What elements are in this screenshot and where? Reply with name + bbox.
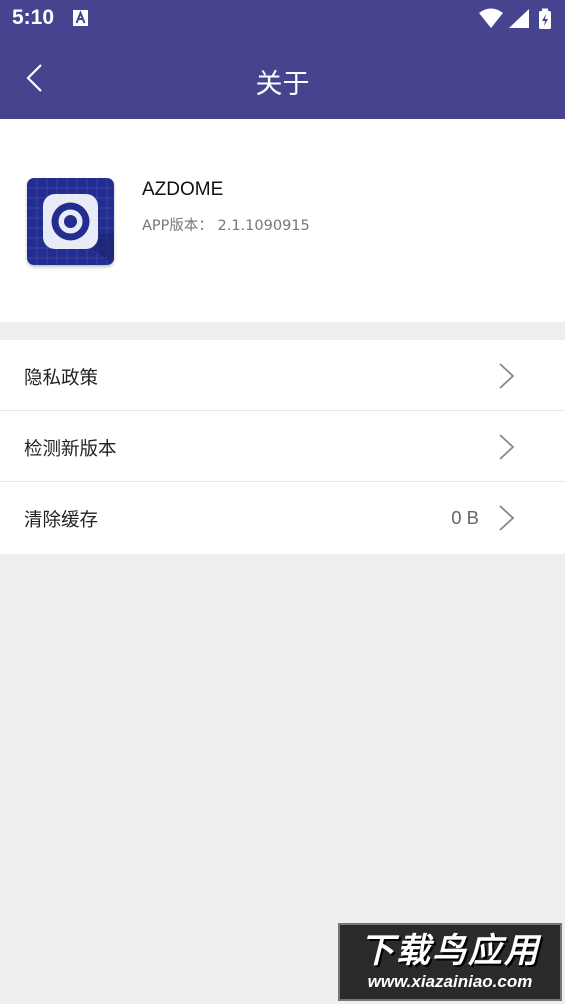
battery-charging-icon (539, 8, 551, 29)
watermark-logo: 下载鸟应用 www.xiazainiao.com (338, 923, 562, 1001)
app-bar: 关于 (0, 38, 565, 119)
menu-item-label: 检测新版本 (24, 439, 117, 460)
menu-item-label: 隐私政策 (24, 368, 99, 389)
menu-item-label: 清除缓存 (24, 510, 99, 531)
app-version: APP版本： 2.1.1090915 (142, 218, 310, 234)
status-icons (479, 8, 551, 29)
app-name: AZDOME (142, 179, 224, 200)
chevron-right-icon (499, 434, 515, 460)
status-time: 5:10 (12, 6, 55, 29)
app-info-card: AZDOME APP版本： 2.1.1090915 (0, 119, 565, 322)
settings-menu: 隐私政策 检测新版本 清除缓存 0 B (0, 340, 565, 554)
chevron-right-icon (499, 363, 515, 389)
clear-cache-row[interactable]: 清除缓存 0 B (0, 482, 565, 554)
app-logo (27, 178, 114, 265)
chevron-right-icon (499, 505, 515, 531)
page-title: 关于 (255, 69, 310, 100)
status-bar: 5:10 (0, 0, 565, 38)
watermark-url: www.xiazainiao.com (367, 972, 533, 991)
a-notification-icon (73, 10, 88, 26)
privacy-policy-row[interactable]: 隐私政策 (0, 340, 565, 411)
wifi-icon (479, 8, 503, 28)
watermark-title: 下载鸟应用 (360, 931, 540, 971)
cache-size-value: 0 B (451, 507, 479, 528)
signal-icon (509, 9, 529, 28)
camera-eye-icon (27, 178, 114, 265)
check-update-row[interactable]: 检测新版本 (0, 411, 565, 482)
